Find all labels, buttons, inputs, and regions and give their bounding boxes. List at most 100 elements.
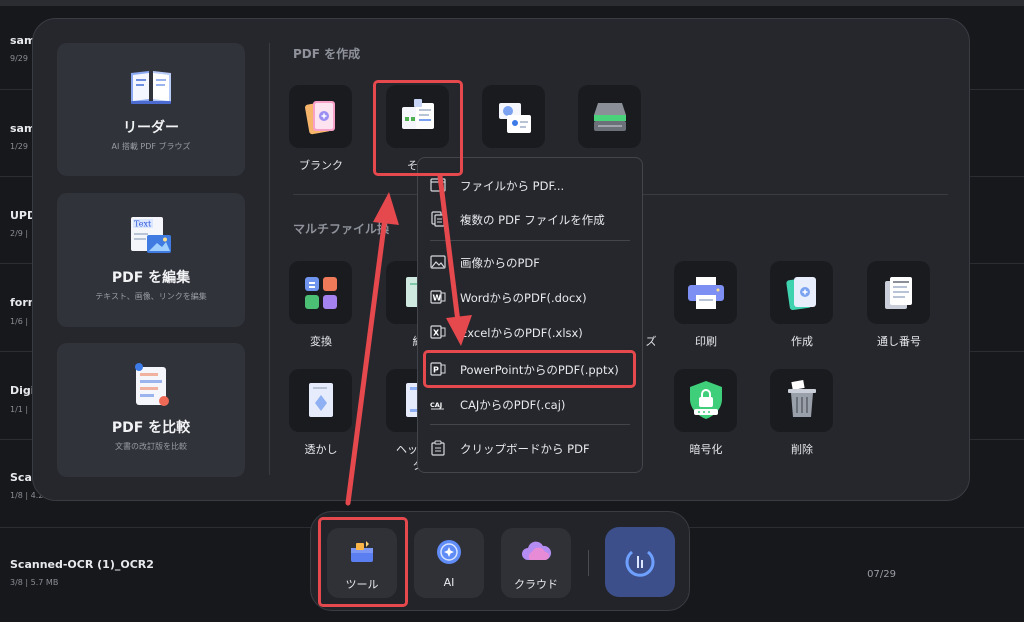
file-name: Digi bbox=[10, 384, 35, 397]
menu-item-label: WordからのPDF(.docx) bbox=[460, 291, 587, 305]
menu-item-from-clipboard[interactable]: クリップボードから PDF bbox=[418, 433, 642, 463]
card-subtitle: 文書の改訂版を比較 bbox=[115, 442, 187, 451]
tool-icon-bg bbox=[674, 369, 737, 432]
svg-text:Text: Text bbox=[134, 220, 152, 229]
section-title-multi: マルチファイル操 bbox=[293, 222, 390, 236]
tool-label: 通し番号 bbox=[877, 335, 921, 348]
tool-label: 印刷 bbox=[695, 335, 717, 348]
highlight-powerpoint-item bbox=[423, 350, 636, 388]
tool-icon-bg bbox=[578, 85, 641, 148]
ai-icon bbox=[437, 540, 461, 564]
tool-icon-bg bbox=[770, 369, 833, 432]
file-name: Scanned-OCR (1)_OCR2 bbox=[10, 558, 154, 571]
cloud-icon bbox=[522, 541, 552, 560]
trash-icon bbox=[788, 380, 816, 417]
excel-icon: X bbox=[430, 325, 446, 339]
tool-scanner[interactable] bbox=[565, 85, 655, 165]
tool-bates-number[interactable]: 通し番号 bbox=[854, 261, 944, 356]
tool-label: 変換 bbox=[310, 335, 332, 348]
card-subtitle: テキスト、画像、リンクを編集 bbox=[95, 292, 207, 301]
card-title: リーダー bbox=[123, 120, 179, 136]
vertical-divider bbox=[269, 43, 270, 475]
create-page-icon bbox=[786, 277, 816, 310]
book-icon bbox=[131, 71, 171, 104]
dock-label: クラウド bbox=[514, 578, 558, 591]
menu-item-multiple-files[interactable]: 複数の PDF ファイルを作成 bbox=[418, 204, 642, 234]
tool-icon-bg bbox=[674, 261, 737, 324]
tool-icon-bg bbox=[289, 261, 352, 324]
file-meta: 1/29 bbox=[10, 142, 28, 151]
menu-item-from-image[interactable]: 画像からのPDF bbox=[418, 247, 642, 277]
tool-watermark[interactable]: 透かし bbox=[276, 369, 366, 464]
tool-blank[interactable]: ブランク bbox=[276, 85, 366, 180]
section-title-create: PDF を作成 bbox=[293, 47, 361, 61]
blank-page-icon bbox=[305, 101, 335, 135]
printer-icon bbox=[688, 277, 724, 309]
tool-label: 暗号化 bbox=[689, 443, 723, 456]
menu-item-label: CAJからのPDF(.caj) bbox=[460, 398, 566, 412]
tool-icon-bg bbox=[482, 85, 545, 148]
multi-file-icon bbox=[431, 211, 445, 227]
tool-scan-id[interactable] bbox=[469, 85, 559, 165]
dock-label: AI bbox=[443, 576, 455, 589]
file-meta: 1/6 | bbox=[10, 317, 29, 326]
tool-label: 削除 bbox=[791, 443, 813, 456]
menu-item-label: 画像からのPDF bbox=[460, 256, 540, 270]
svg-text:X: X bbox=[433, 329, 440, 338]
tool-icon-bg bbox=[770, 261, 833, 324]
menu-separator bbox=[430, 240, 630, 241]
file-meta: 1/1 | bbox=[10, 405, 29, 414]
highlight-other-tool bbox=[373, 80, 463, 176]
menu-item-from-word[interactable]: W WordからのPDF(.docx) bbox=[418, 282, 642, 312]
dock-cloud-button[interactable]: クラウド bbox=[501, 528, 571, 598]
reader-card[interactable]: リーダー AI 搭載 PDF ブラウズ bbox=[57, 43, 245, 176]
menu-item-label: クリップボードから PDF bbox=[460, 442, 590, 456]
tool-icon-bg bbox=[289, 369, 352, 432]
create-pdf-menu: ファイルから PDF... 複数の PDF ファイルを作成 画像からのPDF W… bbox=[417, 157, 643, 473]
tool-label: 透かし bbox=[304, 443, 338, 456]
dock-ai-button[interactable]: AI bbox=[414, 528, 484, 598]
compare-pdf-card[interactable]: PDF を比較 文書の改訂版を比較 bbox=[57, 343, 245, 477]
tool-delete[interactable]: 削除 bbox=[757, 369, 847, 464]
convert-grid-icon bbox=[305, 277, 337, 309]
image-icon bbox=[430, 255, 446, 269]
caj-icon: CAJ bbox=[430, 401, 444, 410]
scanner-icon bbox=[594, 103, 626, 131]
svg-text:CAJ: CAJ bbox=[430, 401, 442, 409]
word-icon: W bbox=[430, 290, 446, 304]
clipboard-icon bbox=[431, 440, 445, 456]
edit-pdf-card[interactable]: Text PDF を編集 テキスト、画像、リンクを編集 bbox=[57, 193, 245, 327]
shield-lock-icon bbox=[690, 381, 722, 419]
tool-encrypt[interactable]: 暗号化 bbox=[661, 369, 751, 464]
menu-separator bbox=[430, 424, 630, 425]
highlight-tools-button bbox=[318, 517, 408, 607]
menu-item-from-excel[interactable]: X ExcelからのPDF(.xlsx) bbox=[418, 317, 642, 347]
menu-item-label: 複数の PDF ファイルを作成 bbox=[460, 213, 605, 227]
tool-create[interactable]: 作成 bbox=[757, 261, 847, 356]
dock-main-button[interactable] bbox=[605, 527, 675, 597]
file-date: 07/29 bbox=[867, 569, 896, 580]
compare-icon bbox=[135, 363, 169, 406]
card-title: PDF を比較 bbox=[111, 420, 191, 436]
file-meta: 2/9 | bbox=[10, 229, 29, 238]
card-title: PDF を編集 bbox=[111, 270, 191, 286]
card-subtitle: AI 搭載 PDF ブラウズ bbox=[111, 142, 191, 151]
watermark-icon bbox=[309, 383, 333, 417]
menu-item-label: ExcelからのPDF(.xlsx) bbox=[460, 326, 583, 340]
tool-label: 作成 bbox=[791, 335, 813, 348]
tool-convert[interactable]: 変換 bbox=[276, 261, 366, 356]
file-meta: 3/8 | 5.7 MB bbox=[10, 578, 59, 587]
tool-print[interactable]: 印刷 bbox=[661, 261, 751, 356]
window-icon bbox=[430, 178, 446, 192]
menu-item-from-caj[interactable]: CAJ CAJからのPDF(.caj) bbox=[418, 389, 642, 419]
numbering-icon bbox=[885, 277, 912, 309]
svg-text:W: W bbox=[433, 294, 442, 303]
tool-label: ブランク bbox=[299, 159, 343, 172]
menu-item-label: ファイルから PDF... bbox=[460, 179, 565, 193]
edit-text-icon: Text bbox=[131, 217, 171, 253]
dock-separator bbox=[588, 550, 589, 576]
tool-icon-bg bbox=[289, 85, 352, 148]
power-icon bbox=[625, 550, 655, 577]
id-card-icon bbox=[499, 103, 531, 133]
file-meta: 9/29 bbox=[10, 54, 28, 63]
